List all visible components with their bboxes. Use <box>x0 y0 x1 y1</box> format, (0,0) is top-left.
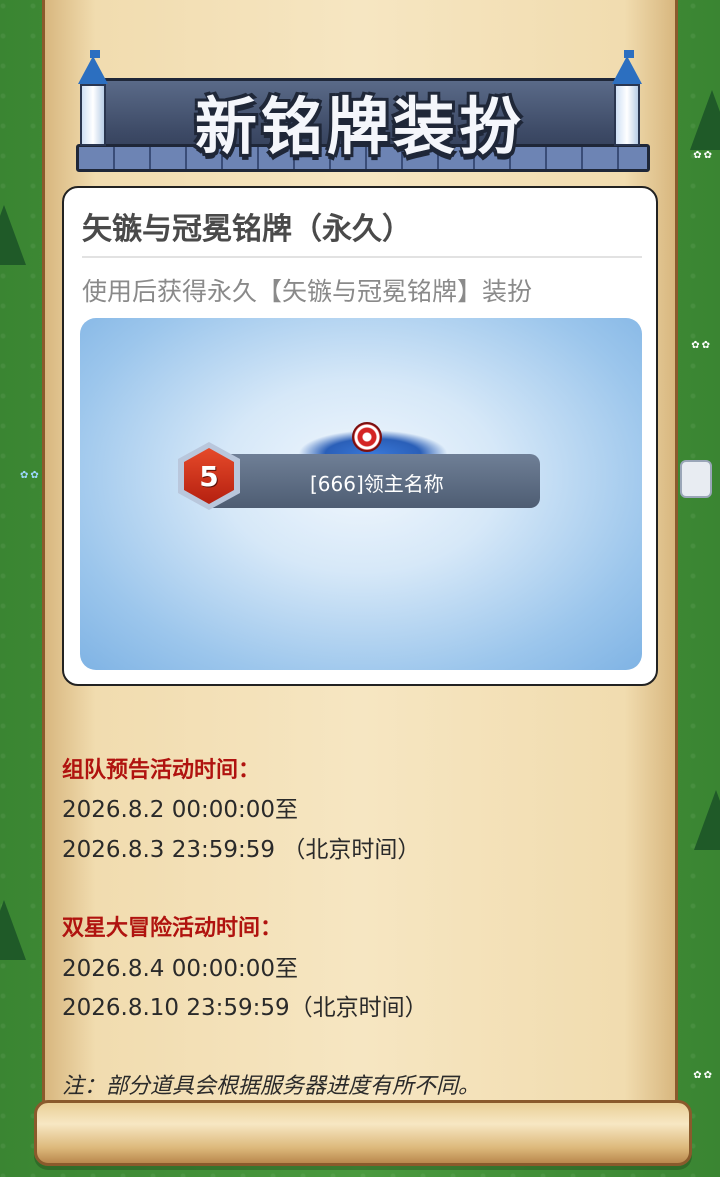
level-number: 5 <box>199 460 219 493</box>
tree-decoration <box>0 900 26 960</box>
scroll-bottom-roll <box>34 1100 692 1166</box>
double-star-start: 2026.8.4 00:00:00至 <box>62 956 299 982</box>
tree-decoration <box>690 90 720 150</box>
nameplate-preview: [666]领主名称 5 <box>80 318 642 670</box>
target-icon <box>352 422 382 452</box>
flower-decoration: ✿✿ <box>693 1070 714 1081</box>
footnote: 注：部分道具会根据服务器进度有所不同。 <box>62 1074 481 1099</box>
title-banner: 新铭牌装扮 <box>70 48 650 172</box>
double-star-end: 2026.8.10 23:59:59（北京时间） <box>62 995 428 1021</box>
flower-decoration: ✿✿ <box>691 340 712 351</box>
page-title: 新铭牌装扮 <box>194 90 525 163</box>
team-preview-end: 2026.8.3 23:59:59 （北京时间） <box>62 837 421 863</box>
divider <box>82 256 642 258</box>
tree-decoration <box>0 205 26 265</box>
player-name: [666]领主名称 <box>310 472 444 496</box>
flower-decoration: ✿✿ <box>20 470 41 481</box>
flower-decoration: ✿✿ <box>693 150 714 161</box>
item-description: 使用后获得永久【矢镞与冠冕铭牌】装扮 <box>82 277 533 306</box>
double-star-heading: 双星大冒险活动时间： <box>62 916 283 941</box>
item-card: 矢镞与冠冕铭牌（永久） 使用后获得永久【矢镞与冠冕铭牌】装扮 [666]领主名称… <box>62 186 658 686</box>
nameplate-bar: [666]领主名称 <box>200 454 540 508</box>
team-preview-heading: 组队预告活动时间： <box>62 758 261 783</box>
team-preview-start: 2026.8.2 00:00:00至 <box>62 797 299 823</box>
item-title: 矢镞与冠冕铭牌（永久） <box>82 212 412 247</box>
rock-decoration <box>680 460 712 498</box>
tree-decoration <box>694 790 720 850</box>
